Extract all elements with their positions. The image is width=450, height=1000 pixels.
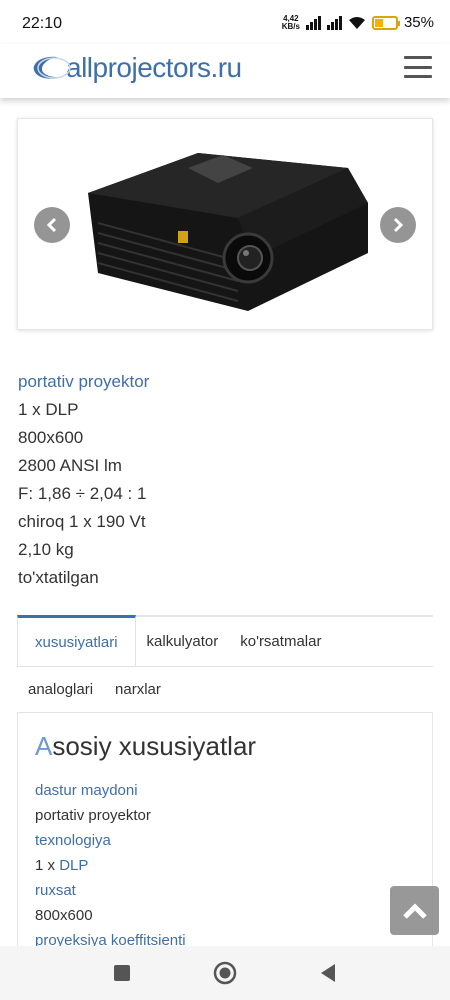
logo-icon: [33, 56, 71, 79]
chevron-up-icon: [402, 902, 427, 919]
tab-analogs[interactable]: analoglari: [17, 667, 104, 712]
spec-weight: 2,10 kg: [18, 540, 74, 559]
battery-icon: [371, 15, 400, 30]
chevron-left-icon: [46, 217, 57, 233]
logo-text: allprojectors.ru: [66, 52, 242, 83]
recents-button[interactable]: [102, 953, 142, 993]
scroll-top-button[interactable]: [390, 886, 439, 935]
attr-value-technology: 1 x DLP: [35, 853, 415, 878]
carousel-next-button[interactable]: [380, 207, 416, 243]
spec-lamp: chiroq 1 x 190 Vt: [18, 512, 146, 531]
network-speed: 4,42 KB/s: [281, 14, 300, 31]
spec-technology: 1 x DLP: [18, 400, 79, 419]
home-button[interactable]: [205, 953, 245, 993]
network-speed-unit: KB/s: [281, 21, 300, 31]
projector-image: [88, 153, 368, 311]
status-icons: 4,42 KB/s 35%: [282, 14, 434, 31]
tab-features[interactable]: xususiyatlari: [17, 615, 136, 666]
panel-title: Asosiy xususiyatlar: [35, 731, 415, 762]
attr-value-technology-link[interactable]: DLP: [59, 857, 88, 874]
attr-value-application: portativ proyektor: [35, 807, 151, 824]
spec-brightness: 2800 ANSI lm: [18, 456, 122, 475]
spec-resolution: 800x600: [18, 428, 84, 447]
circle-icon: [213, 961, 237, 985]
system-nav-bar: [0, 946, 450, 1000]
attr-label-application[interactable]: dastur maydoni: [35, 778, 415, 803]
status-bar: 22:10 4,42 KB/s 35%: [0, 0, 450, 44]
panel-title-initial: A: [35, 731, 53, 761]
signal-1-icon: [305, 15, 321, 30]
product-image-carousel: [17, 118, 433, 330]
battery-fill: [374, 18, 383, 27]
tab-manuals[interactable]: ko'rsatmalar: [229, 617, 332, 666]
tab-row: xususiyatlari kalkulyator ko'rsatmalar: [17, 615, 433, 667]
attr-value-resolution: 800x600: [35, 907, 93, 924]
tab-row: analoglari narxlar: [17, 667, 433, 713]
triangle-left-icon: [321, 964, 336, 982]
wifi-icon: [348, 16, 365, 29]
battery-percent: 35%: [403, 14, 434, 31]
square-icon: [113, 965, 130, 981]
attr-label-technology[interactable]: texnologiya: [35, 828, 415, 853]
back-button[interactable]: [308, 953, 348, 993]
site-logo[interactable]: allprojectors.ru: [28, 52, 242, 84]
product-tabs: xususiyatlari kalkulyator ko'rsatmalar a…: [17, 615, 433, 1000]
chevron-right-icon: [393, 217, 404, 233]
panel-title-rest: sosiy xususiyatlar: [52, 731, 257, 761]
status-time: 22:10: [22, 15, 63, 32]
attr-value-technology-prefix: 1 x: [35, 857, 60, 874]
product-specs: portativ proyektor 1 x DLP 800x600 2800 …: [18, 368, 438, 592]
spec-category-link[interactable]: portativ proyektor: [18, 368, 438, 396]
tab-prices[interactable]: narxlar: [104, 667, 172, 712]
tab-calculator[interactable]: kalkulyator: [136, 617, 230, 666]
menu-icon[interactable]: [404, 56, 432, 78]
carousel-prev-button[interactable]: [34, 207, 70, 243]
site-header: allprojectors.ru: [0, 44, 450, 98]
attr-label-resolution[interactable]: ruxsat: [35, 878, 415, 903]
spec-throw-ratio: F: 1,86 ÷ 2,04 : 1: [18, 484, 147, 503]
spec-status: to'xtatilgan: [18, 568, 99, 587]
signal-2-icon: [326, 15, 342, 30]
